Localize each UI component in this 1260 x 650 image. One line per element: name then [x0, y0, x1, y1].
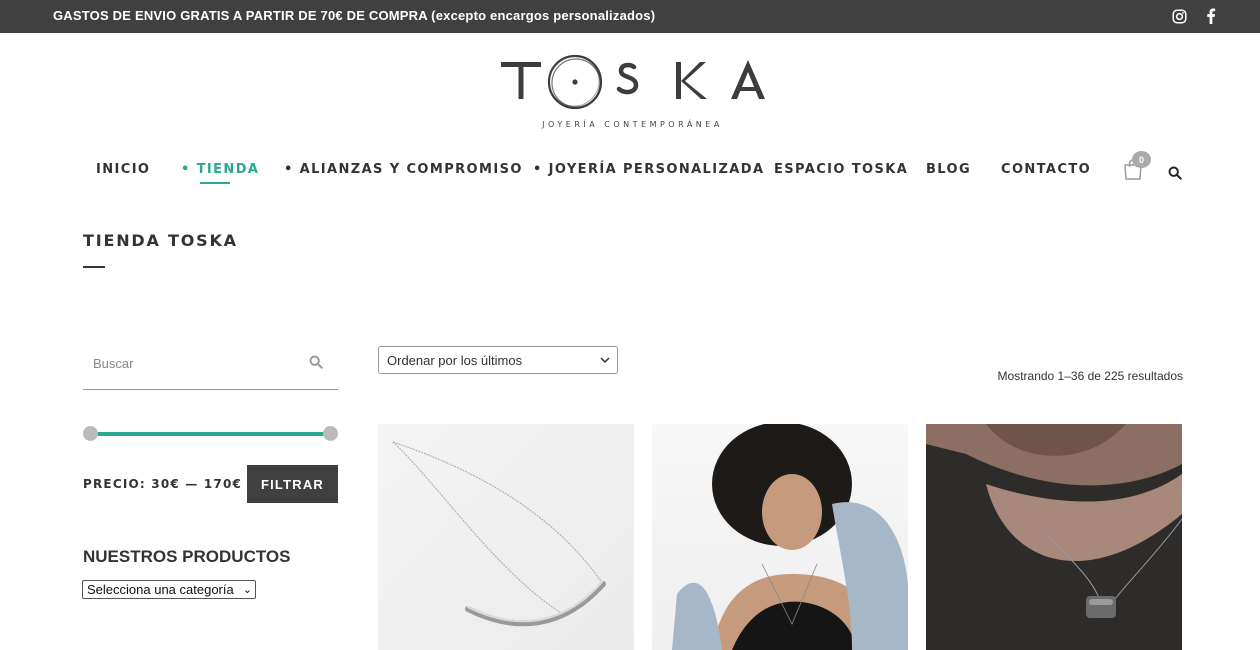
product-card-man-pendant[interactable] — [926, 424, 1182, 650]
order-by-select[interactable]: Ordenar por los últimos — [378, 346, 618, 374]
main-nav: INICIO • TIENDA • ALIANZAS Y COMPROMISO … — [0, 162, 1260, 182]
title-divider — [83, 266, 105, 268]
price-slider-range — [90, 432, 331, 436]
products-heading: NUESTROS PRODUCTOS — [83, 547, 291, 566]
page-title: TIENDA TOSKA — [83, 231, 238, 250]
facebook-icon[interactable] — [1202, 7, 1220, 25]
price-slider-min-handle[interactable] — [83, 426, 98, 441]
results-count: Mostrando 1–36 de 225 resultados — [997, 369, 1183, 383]
product-search — [83, 344, 338, 390]
product-card-model-necklace[interactable] — [652, 424, 908, 650]
nav-item-joyeria-personalizada[interactable]: • JOYERÍA PERSONALIZADA — [533, 162, 764, 177]
search-icon[interactable] — [1168, 166, 1184, 182]
order-by-value: Ordenar por los últimos — [387, 352, 523, 368]
chevron-down-icon — [599, 354, 611, 366]
site-logo[interactable]: JOYERÍA CONTEMPORÁNEA — [495, 52, 770, 137]
product-image — [672, 424, 908, 650]
price-slider-max-handle[interactable] — [323, 426, 338, 441]
nav-item-tienda[interactable]: • TIENDA — [181, 162, 259, 177]
product-image — [926, 424, 1182, 618]
nav-item-alianzas[interactable]: • ALIANZAS Y COMPROMISO — [284, 162, 523, 177]
nav-item-inicio[interactable]: INICIO — [96, 162, 150, 177]
search-submit-icon[interactable] — [309, 355, 325, 371]
filter-button[interactable]: FILTRAR — [247, 465, 338, 503]
top-bar: GASTOS DE ENVIO GRATIS A PARTIR DE 70€ D… — [0, 0, 1260, 33]
chevron-down-icon: ⌄ — [242, 584, 252, 596]
product-card-silver-necklace[interactable] — [378, 424, 634, 650]
instagram-icon[interactable] — [1170, 7, 1188, 25]
logo-tagline: JOYERÍA CONTEMPORÁNEA — [542, 120, 723, 129]
nav-item-contacto[interactable]: CONTACTO — [1001, 162, 1091, 177]
product-image — [392, 441, 606, 627]
logo-wordmark — [501, 54, 765, 110]
nav-item-blog[interactable]: BLOG — [926, 162, 971, 177]
category-select[interactable]: Selecciona una categoría ⌄ — [82, 580, 256, 599]
nav-item-espacio-toska[interactable]: ESPACIO TOSKA — [774, 162, 908, 177]
cart-count-badge: 0 — [1132, 151, 1151, 168]
shipping-promo: GASTOS DE ENVIO GRATIS A PARTIR DE 70€ D… — [53, 8, 656, 23]
price-range-label: PRECIO: 30€ — 170€ — [83, 477, 243, 491]
category-select-value: Selecciona una categoría — [87, 582, 234, 597]
search-input[interactable] — [83, 344, 298, 382]
active-nav-underline — [200, 182, 230, 184]
